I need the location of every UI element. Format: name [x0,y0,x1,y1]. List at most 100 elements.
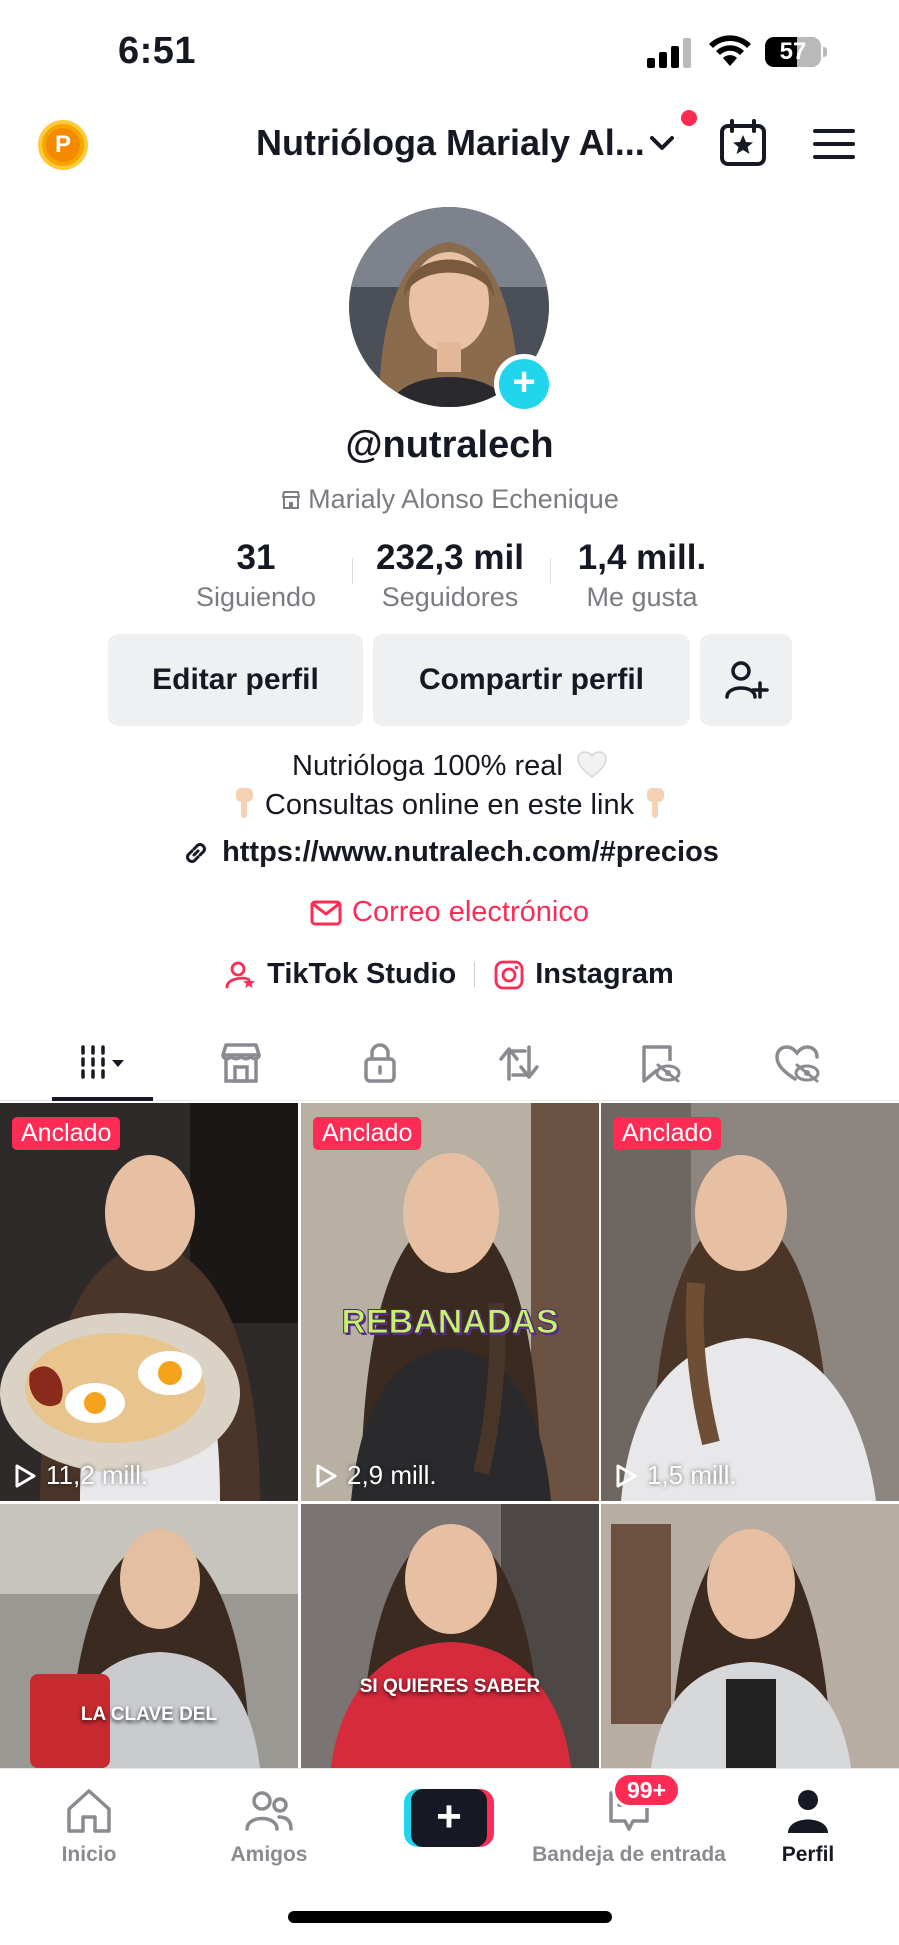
share-profile-button[interactable]: Compartir perfil [373,634,690,726]
video-thumbnail [601,1103,899,1501]
notification-dot [681,110,697,126]
nav-home[interactable]: Inicio [14,1785,164,1867]
favorites-hidden-icon [642,1045,681,1083]
video-caption: SI QUIERES SABER [359,1676,541,1697]
video-thumbnail [301,1103,599,1501]
quick-links-divider [474,961,476,988]
videos-grid-icon [81,1045,124,1081]
website-url: https://www.nutralech.com/#precios [222,836,719,868]
calendar-star-icon[interactable] [718,118,768,168]
plus-icon: + [411,1789,487,1847]
video-thumbnail [601,1504,899,1768]
video-caption: LA CLAVE DEL [80,1704,218,1725]
friends-icon [245,1791,293,1831]
video-caption: REBANADAS [341,1303,559,1342]
quick-links: TikTok Studio Instagram [0,958,899,991]
tab-private[interactable] [325,1025,435,1101]
video-tile[interactable]: REBANADAS Anclado 2,9 mill. [301,1103,599,1501]
nav-profile-label: Perfil [781,1843,835,1866]
view-count: 11,2 mill. [10,1460,148,1491]
tab-liked[interactable] [742,1025,852,1101]
pinned-badge: Anclado [12,1117,121,1150]
display-name: Marialy Alonso Echenique [308,484,619,514]
status-bar: 6:51 57 [0,0,899,100]
video-tile[interactable]: Anclado 1,5 mill. [601,1103,899,1501]
pointing-down-icon [647,788,665,818]
display-name-row: Marialy Alonso Echenique [0,484,899,515]
liked-hidden-icon [775,1045,820,1083]
play-icon [15,1464,36,1487]
view-count: 2,9 mill. [311,1460,437,1491]
nav-home-label: Inicio [61,1843,117,1866]
play-icon [616,1464,637,1487]
bio-text-2: Consultas online en este link [264,789,635,821]
bio-line-1: Nutrióloga 100% real [0,750,899,783]
pinned-badge: Anclado [613,1117,722,1150]
cellular-signal-icon [647,38,693,68]
points-badge-button[interactable]: P [38,120,88,170]
points-icon: P [46,128,80,162]
stat-followers[interactable]: 232,3 mil Seguidores [362,538,538,613]
tiktok-studio-label: TikTok Studio [267,958,457,990]
stat-following-count: 31 [236,538,276,577]
inbox-badge: 99+ [612,1772,682,1808]
create-button[interactable]: + [404,1789,494,1847]
nav-friends-label: Amigos [230,1843,308,1866]
pointing-down-icon [235,788,253,818]
video-tile[interactable]: Anclado 11,2 mill. [0,1103,298,1501]
video-tile[interactable]: SI QUIERES SABER [301,1504,599,1768]
pinned-badge: Anclado [313,1117,422,1150]
instagram-label: Instagram [535,958,674,990]
nav-profile[interactable]: Perfil [733,1785,883,1867]
home-indicator [288,1911,612,1923]
tiktok-studio-link[interactable]: TikTok Studio [225,958,456,991]
instagram-link[interactable]: Instagram [493,958,674,991]
tab-reposts[interactable] [464,1025,574,1101]
nav-friends[interactable]: Amigos [194,1785,344,1867]
add-friend-button[interactable] [700,634,792,726]
tab-videos[interactable] [48,1025,158,1101]
battery-level: 57 [779,38,807,65]
instagram-icon [494,960,524,989]
profile-header: P Nutrióloga Marialy Al... [0,100,899,190]
website-link[interactable]: https://www.nutralech.com/#precios [0,836,899,869]
nav-inbox-label: Bandeja de entrada [532,1843,726,1866]
add-avatar-button[interactable]: + [494,354,554,414]
email-link[interactable]: Correo electrónico [0,896,899,929]
lock-icon [364,1043,396,1083]
wifi-icon [709,35,751,66]
stat-following[interactable]: 31 Siguiendo [188,538,324,613]
video-tile[interactable]: LA CLAVE DEL [0,1504,298,1768]
stat-likes-count: 1,4 mill. [577,538,707,577]
shop-icon [221,1043,261,1083]
video-thumbnail [0,1504,298,1768]
stat-likes[interactable]: 1,4 mill. Me gusta [568,538,716,613]
mail-icon [310,900,342,925]
view-count-value: 2,9 mill. [347,1460,437,1490]
view-count-value: 11,2 mill. [46,1460,149,1490]
video-tile[interactable] [601,1504,899,1768]
tab-shop[interactable] [186,1025,296,1101]
stat-following-label: Siguiendo [195,582,317,612]
play-icon [316,1464,337,1487]
repost-icon [499,1045,539,1081]
white-heart-icon [577,751,607,778]
tab-favorites[interactable] [603,1025,713,1101]
menu-icon[interactable] [812,126,856,162]
edit-profile-button[interactable]: Editar perfil [108,634,363,726]
store-icon [282,490,301,509]
username: @nutralech [345,424,554,466]
profile-tabs [0,1025,899,1101]
bio-line-2: Consultas online en este link [0,786,899,822]
video-thumbnail [0,1103,298,1501]
stat-followers-count: 232,3 mil [376,538,524,577]
add-user-icon [725,661,769,699]
account-switcher-name[interactable]: Nutrióloga Marialy Al... [256,122,645,164]
home-icon [67,1789,111,1833]
creator-star-icon [225,961,256,988]
stat-likes-label: Me gusta [586,582,698,612]
view-count: 1,5 mill. [611,1460,737,1491]
chevron-down-icon[interactable] [648,132,676,154]
bio-text-1: Nutrióloga 100% real [292,750,563,782]
status-time: 6:51 [118,30,197,72]
